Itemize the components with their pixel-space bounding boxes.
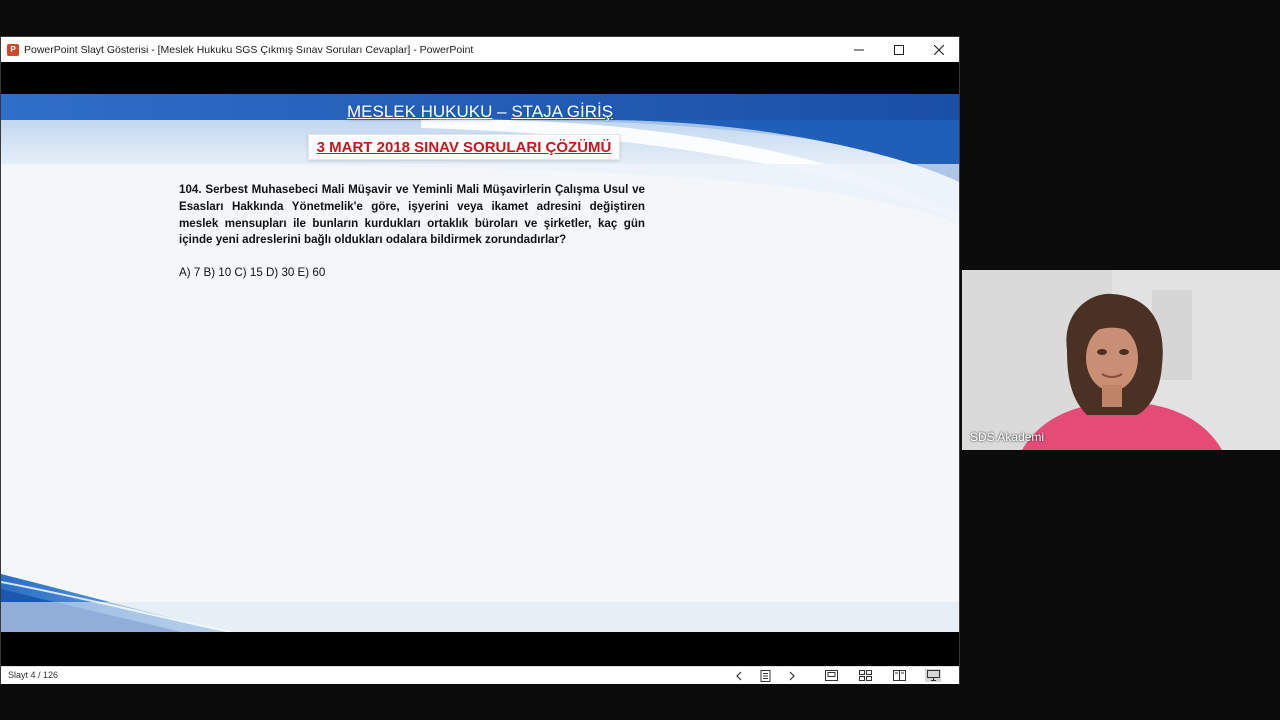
header-right-text: STAJA GİRİŞ <box>511 102 614 121</box>
powerpoint-icon: P <box>7 43 19 56</box>
slide-menu-icon[interactable] <box>758 669 772 682</box>
powerpoint-window: P PowerPoint Slayt Gösterisi - [Meslek H… <box>0 36 960 684</box>
exam-title: 3 MART 2018 SINAV SORULARI ÇÖZÜMÜ <box>316 138 612 156</box>
participant-image <box>962 270 1280 450</box>
minimize-icon <box>854 49 864 50</box>
maximize-icon <box>894 44 904 55</box>
slide-sorter-icon[interactable] <box>858 669 872 682</box>
status-bar: Slayt 4 / 126 <box>1 666 959 684</box>
participant-video: SDS Akademi <box>962 270 1280 450</box>
slide[interactable]: MESLEK HUKUKU – STAJA GİRİŞ 3 MART 2018 … <box>1 94 959 632</box>
chevron-right-icon[interactable] <box>785 669 799 682</box>
minimize-button[interactable] <box>839 37 879 62</box>
exam-title-box: 3 MART 2018 SINAV SORULARI ÇÖZÜMÜ <box>308 134 620 160</box>
close-icon <box>934 44 944 55</box>
chevron-left-icon[interactable] <box>732 669 746 682</box>
window-title: PowerPoint Slayt Gösterisi - [Meslek Huk… <box>24 43 474 56</box>
maximize-button[interactable] <box>879 37 919 62</box>
slide-counter: Slayt 4 / 126 <box>8 670 59 680</box>
close-button[interactable] <box>919 37 959 62</box>
answer-options: A) 7 B) 10 C) 15 D) 30 E) 60 <box>179 266 326 279</box>
reading-view-icon[interactable] <box>892 669 906 682</box>
normal-view-icon[interactable] <box>824 669 838 682</box>
participant-name: SDS Akademi <box>970 430 1045 444</box>
question-text: 104. Serbest Muhasebeci Mali Müşavir ve … <box>179 183 645 247</box>
slide-background <box>1 94 959 632</box>
header-left-text: MESLEK HUKUKU <box>346 102 493 121</box>
header-separator: – <box>492 102 512 121</box>
slideshow-icon[interactable] <box>925 669 941 682</box>
slide-header: MESLEK HUKUKU – STAJA GİRİŞ <box>1 102 959 122</box>
title-bar[interactable]: P PowerPoint Slayt Gösterisi - [Meslek H… <box>1 37 959 62</box>
